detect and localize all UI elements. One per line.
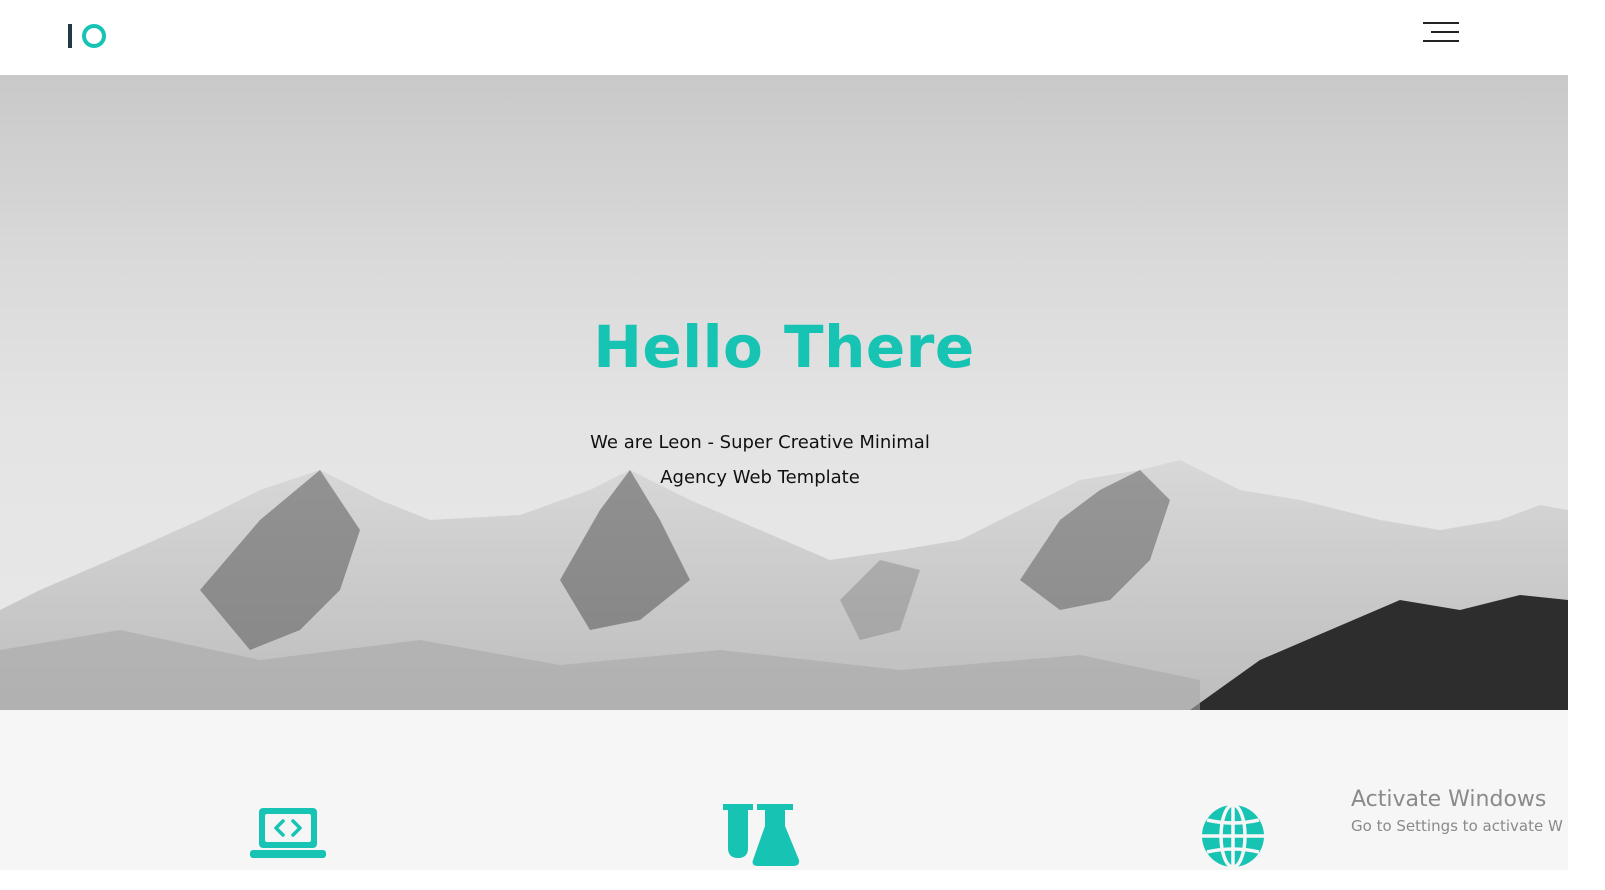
flask-icon (721, 804, 801, 868)
windows-activation-watermark: Activate Windows Go to Settings to activ… (1351, 786, 1568, 838)
mountain-background-image (0, 460, 1568, 710)
logo-ring (82, 24, 106, 48)
site-header (0, 0, 1568, 75)
page-edge-bottom (0, 870, 1605, 890)
hamburger-menu-icon[interactable] (1419, 20, 1459, 46)
watermark-title: Activate Windows (1351, 787, 1547, 812)
laptop-code-icon (249, 804, 329, 868)
hero-subtitle-line: We are Leon - Super Creative Minimal (590, 432, 930, 453)
site-logo[interactable] (66, 22, 110, 50)
watermark-subtitle: Go to Settings to activate W (1351, 817, 1563, 835)
services-section (0, 710, 1568, 870)
hero-subtitle-line: Agency Web Template (660, 467, 860, 488)
hero-subtitle: We are Leon - Super Creative Minimal Age… (560, 425, 960, 495)
logo-bar (68, 24, 72, 48)
hero-title: Hello There (593, 313, 975, 381)
page-edge-right (1568, 0, 1605, 890)
hero-section: Hello There We are Leon - Super Creative… (0, 75, 1568, 710)
menu-line (1423, 22, 1459, 24)
menu-line (1423, 40, 1459, 42)
menu-line (1431, 31, 1459, 33)
globe-icon (1193, 804, 1273, 868)
